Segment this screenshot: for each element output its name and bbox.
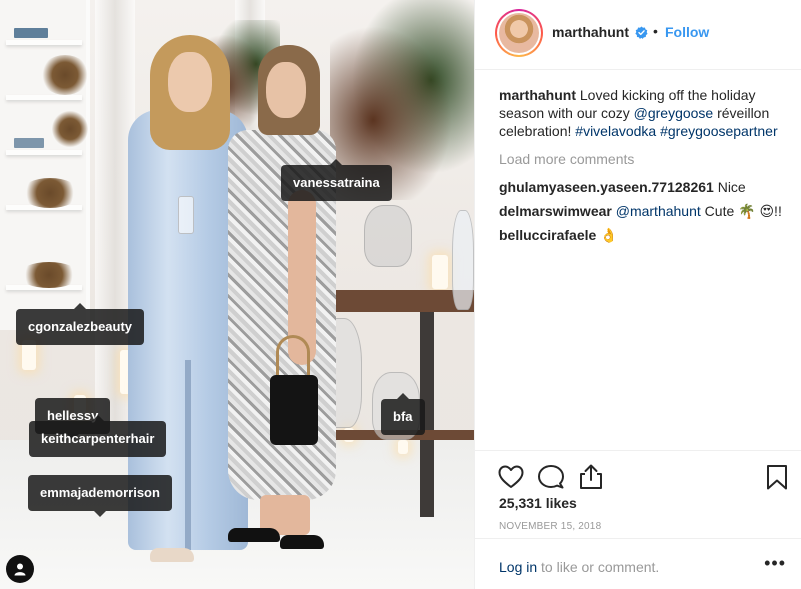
comment-text: Nice (713, 179, 746, 195)
likes-count[interactable]: 25,331 likes (499, 495, 577, 511)
author-username[interactable]: marthahunt (552, 24, 629, 40)
post-date[interactable]: NOVEMBER 15, 2018 (499, 521, 601, 532)
comment-username[interactable]: delmarswimwear (499, 203, 612, 219)
bookshelf (0, 0, 90, 330)
comment-item: delmarswimwear @marthahunt Cute 🌴 😍!! (499, 202, 789, 220)
comment-item: ghulamyaseen.yaseen.77128261 Nice (499, 178, 789, 196)
photo-tag-bfa[interactable]: bfa (381, 393, 425, 435)
comment-text: 👌 (596, 227, 618, 243)
hashtag-vivelavodka[interactable]: #vivelavodka (575, 123, 656, 139)
login-to-comment-bar: Log in to like or comment. ••• (475, 538, 801, 589)
post-side-panel: marthahunt • Follow marthahunt Loved kic… (474, 0, 801, 589)
load-more-comments-button[interactable]: Load more comments (499, 150, 789, 168)
comment-mention[interactable]: @marthahunt (616, 203, 701, 219)
verified-badge-icon (635, 26, 648, 39)
photo-tag-emmajademorrison[interactable]: emmajademorrison (28, 475, 172, 517)
more-options-icon[interactable]: ••• (764, 553, 786, 574)
champagne-glass (178, 196, 194, 234)
comment-username[interactable]: ghulamyaseen.yaseen.77128261 (499, 179, 714, 195)
login-prompt-text: to like or comment. (537, 559, 660, 575)
photo-tag-vanessatraina[interactable]: vanessatraina (281, 159, 392, 201)
hashtag-greygoosepartner[interactable]: #greygoosepartner (660, 123, 778, 139)
comment-item: belluccirafaele 👌 (499, 226, 789, 244)
caption-username[interactable]: marthahunt (499, 87, 576, 103)
post-photo[interactable]: vanessatraina cgonzalezbeauty hellessy k… (0, 0, 474, 589)
follow-button[interactable]: Follow (665, 24, 709, 40)
login-link[interactable]: Log in (499, 559, 537, 575)
avatar[interactable] (495, 9, 543, 57)
share-icon[interactable] (577, 463, 605, 491)
heart-icon[interactable] (497, 463, 525, 491)
comment-text: Cute 🌴 😍!! (700, 203, 782, 219)
post-header: marthahunt • Follow (475, 0, 801, 70)
black-handbag (270, 375, 318, 445)
photo-tag-keithcarpenterhair[interactable]: keithcarpenterhair (29, 415, 167, 457)
bookmark-icon[interactable] (763, 463, 791, 491)
comments-section: marthahunt Loved kicking off the holiday… (499, 86, 789, 250)
photo-tag-cgonzalezbeauty[interactable]: cgonzalezbeauty (16, 303, 145, 345)
user-tag-icon[interactable] (6, 555, 34, 583)
post-caption: marthahunt Loved kicking off the holiday… (499, 86, 789, 140)
comment-username[interactable]: belluccirafaele (499, 227, 596, 243)
separator-dot: • (653, 23, 658, 39)
caption-mention-greygoose[interactable]: @greygoose (634, 105, 714, 121)
comment-icon[interactable] (537, 463, 565, 491)
